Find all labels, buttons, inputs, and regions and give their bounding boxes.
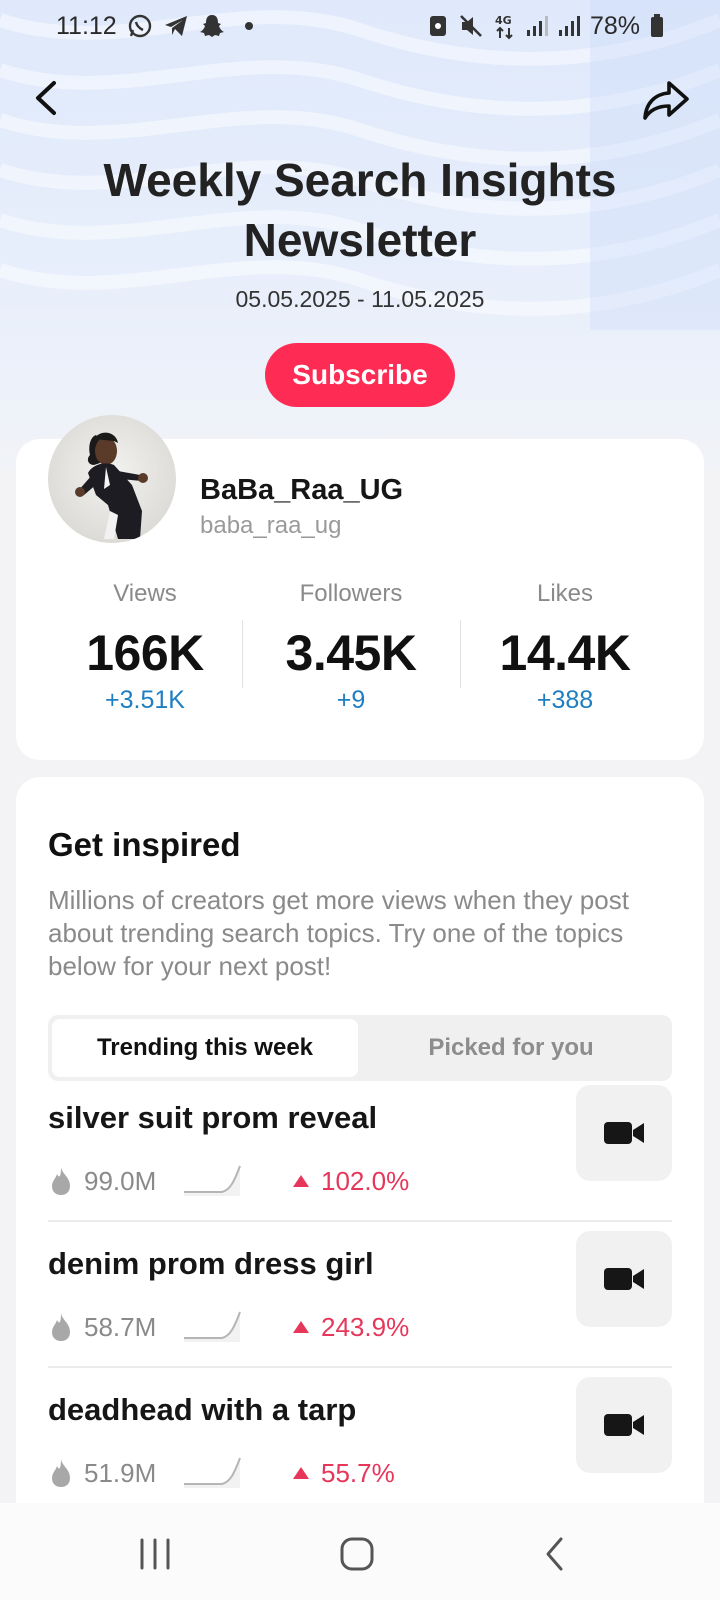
back-button[interactable] (24, 76, 68, 120)
create-video-button[interactable] (576, 1377, 672, 1473)
video-camera-icon (604, 1122, 644, 1144)
telegram-icon (163, 14, 189, 38)
flame-icon (52, 1313, 70, 1341)
topic-growth: 102.0% (321, 1166, 410, 1196)
recent-apps-icon (140, 1538, 170, 1570)
stat-value: 166K (86, 625, 204, 681)
flame-icon (52, 1167, 70, 1195)
svg-text:4G: 4G (495, 14, 512, 27)
stat-delta: +388 (536, 686, 594, 714)
stat-delta: +3.51K (105, 686, 185, 714)
stat-value: 3.45K (285, 625, 417, 681)
chevron-left-icon (36, 81, 56, 115)
date-range: 05.05.2025 - 11.05.2025 (235, 286, 485, 312)
stat-delta: +9 (336, 686, 366, 714)
stat-likes: Likes 14.4K +388 (460, 580, 670, 715)
video-camera-icon (604, 1268, 644, 1290)
stat-label: Followers (299, 580, 403, 607)
share-arrow-icon (643, 81, 689, 120)
topic-search-count: 99.0M (84, 1166, 157, 1196)
stat-followers: Followers 3.45K +9 (246, 580, 456, 715)
home-button[interactable] (327, 1532, 387, 1576)
stat-views: Views 166K +3.51K (40, 580, 250, 715)
signal-icon (526, 15, 548, 37)
back-icon (546, 1537, 563, 1571)
topic-meta: 58.7M 243.9% (48, 1306, 468, 1346)
topic-meta: 51.9M 55.7% (48, 1452, 468, 1492)
triangle-up-icon (293, 1175, 309, 1187)
dot-icon (244, 22, 253, 30)
topic-growth: 55.7% (321, 1458, 395, 1488)
row-divider (48, 1366, 672, 1368)
row-divider (48, 1220, 672, 1222)
page-title: Weekly Search Insights Newsletter (103, 154, 617, 266)
topic-row[interactable]: silver suit prom reveal 99.0M 102.0% (48, 1085, 672, 1248)
section-title: Get inspired (48, 826, 241, 863)
whatsapp-icon (127, 13, 153, 39)
topic-meta: 99.0M 102.0% (48, 1160, 468, 1200)
topic-title: deadhead with a tarp (48, 1392, 357, 1427)
mute-icon (458, 13, 484, 39)
section-description: Millions of creators get more views when… (48, 885, 629, 981)
flame-icon (52, 1459, 70, 1487)
subscribe-button[interactable]: Subscribe (265, 343, 455, 407)
profile-name: BaBa_Raa_UG (200, 474, 404, 506)
share-button[interactable] (640, 76, 692, 124)
tab-picked-for-you[interactable]: Picked for you (358, 1019, 664, 1077)
home-icon (340, 1537, 374, 1571)
create-video-button[interactable] (576, 1085, 672, 1181)
avatar[interactable] (48, 415, 176, 543)
tab-trending-this-week[interactable]: Trending this week (52, 1019, 358, 1077)
topic-search-count: 58.7M (84, 1312, 157, 1342)
profile-handle: baba_raa_ug (200, 512, 342, 539)
signal-icon (558, 15, 580, 37)
snapchat-icon (199, 13, 225, 39)
stat-label: Views (113, 580, 177, 607)
topic-title: silver suit prom reveal (48, 1100, 378, 1135)
battery-icon (650, 14, 664, 38)
topic-search-count: 51.9M (84, 1458, 157, 1488)
stat-value: 14.4K (499, 625, 631, 681)
4g-icon: 4G (494, 12, 516, 40)
trend-sparkline-icon (184, 1311, 241, 1342)
recent-apps-button[interactable] (125, 1532, 185, 1576)
topic-row[interactable]: denim prom dress girl 58.7M 243.9% (48, 1231, 672, 1394)
stat-divider (242, 620, 243, 688)
topic-title: denim prom dress girl (48, 1246, 374, 1281)
trend-sparkline-icon (184, 1457, 241, 1488)
system-back-button[interactable] (525, 1532, 585, 1576)
trend-sparkline-icon (184, 1165, 241, 1196)
triangle-up-icon (293, 1321, 309, 1333)
battery-percent: 78% (589, 11, 640, 40)
status-bar: 11:12 4G 78% (0, 0, 720, 52)
topic-tabs: Trending this week Picked for you (48, 1015, 672, 1081)
video-camera-icon (604, 1414, 644, 1436)
triangle-up-icon (293, 1467, 309, 1479)
create-video-button[interactable] (576, 1231, 672, 1327)
stat-label: Likes (536, 580, 594, 607)
nfc-icon (428, 13, 448, 39)
topic-growth: 243.9% (321, 1312, 410, 1342)
status-time: 11:12 (56, 11, 117, 40)
